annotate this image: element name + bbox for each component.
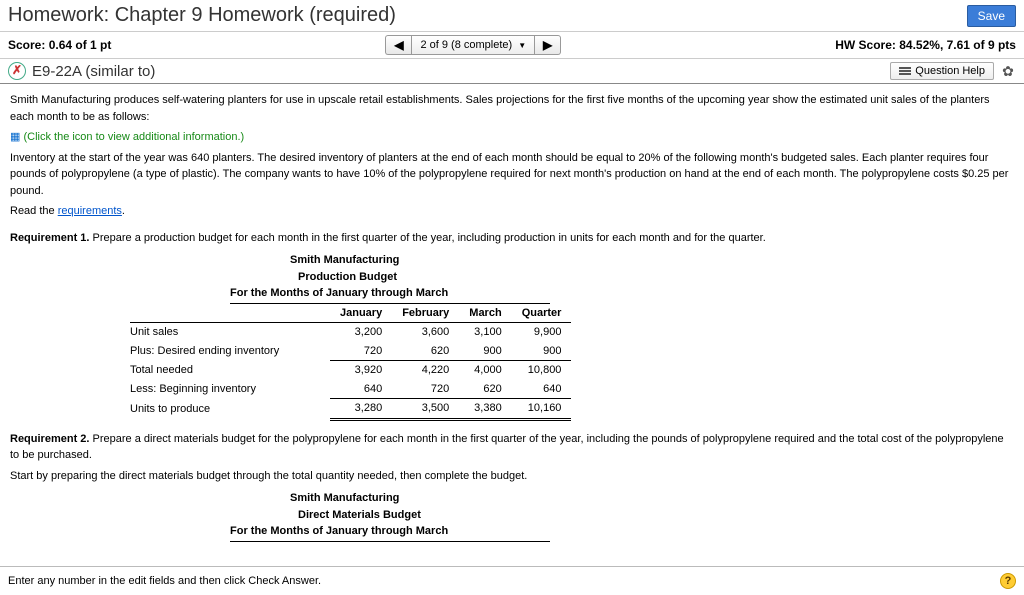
footer-bar: Enter any number in the edit fields and …	[0, 566, 1024, 595]
read-requirements: Read the requirements.	[10, 203, 1014, 220]
table-row: Plus: Desired ending inventory 720 620 9…	[130, 342, 571, 361]
question-help-button[interactable]: Question Help	[890, 62, 994, 80]
requirement-2: Requirement 2. Prepare a direct material…	[10, 431, 1014, 485]
score-bar: Score: 0.64 of 1 pt ◀ 2 of 9 (8 complete…	[0, 32, 1024, 59]
save-button[interactable]: Save	[967, 5, 1016, 27]
requirement-1: Requirement 1. Prepare a production budg…	[10, 230, 1014, 247]
question-id: E9-22A (similar to)	[32, 63, 155, 80]
footer-hint: Enter any number in the edit fields and …	[8, 575, 321, 587]
table-row: Unit sales 3,200 3,600 3,100 9,900	[130, 323, 571, 342]
next-question-button[interactable]: ▶	[535, 35, 561, 55]
requirements-link[interactable]: requirements	[58, 205, 122, 217]
chevron-down-icon: ▼	[518, 41, 526, 50]
table-row: Less: Beginning inventory 640 720 620 64…	[130, 380, 571, 399]
data-table-icon[interactable]: ▦	[10, 131, 20, 143]
inventory-text: Inventory at the start of the year was 6…	[10, 150, 1014, 200]
table-row: Total needed 3,920 4,220 4,000 10,800	[130, 361, 571, 380]
production-budget: Smith Manufacturing Production Budget Fo…	[130, 252, 1014, 421]
list-icon	[899, 66, 911, 76]
gear-icon[interactable]: ✿	[1000, 63, 1016, 79]
help-icon[interactable]: ?	[1000, 573, 1016, 589]
additional-info-link[interactable]: (Click the icon to view additional infor…	[23, 131, 244, 143]
page-title: Homework: Chapter 9 Homework (required)	[8, 4, 396, 27]
production-budget-table: January February March Quarter Unit sale…	[130, 304, 571, 421]
score-text: Score: 0.64 of 1 pt	[8, 38, 111, 52]
progress-dropdown[interactable]: 2 of 9 (8 complete) ▼	[411, 35, 535, 55]
title-bar: Homework: Chapter 9 Homework (required) …	[0, 0, 1024, 32]
hw-score-text: HW Score: 84.52%, 7.61 of 9 pts	[835, 38, 1016, 52]
question-content: Smith Manufacturing produces self-wateri…	[0, 84, 1024, 556]
question-status-icon	[8, 62, 26, 80]
prev-question-button[interactable]: ◀	[385, 35, 411, 55]
intro-text: Smith Manufacturing produces self-wateri…	[10, 92, 1014, 125]
question-bar: E9-22A (similar to) Question Help ✿	[0, 59, 1024, 84]
progress-nav: ◀ 2 of 9 (8 complete) ▼ ▶	[385, 35, 561, 55]
table-row: Units to produce 3,280 3,500 3,380 10,16…	[130, 399, 571, 420]
direct-materials-budget: Smith Manufacturing Direct Materials Bud…	[130, 490, 1014, 542]
